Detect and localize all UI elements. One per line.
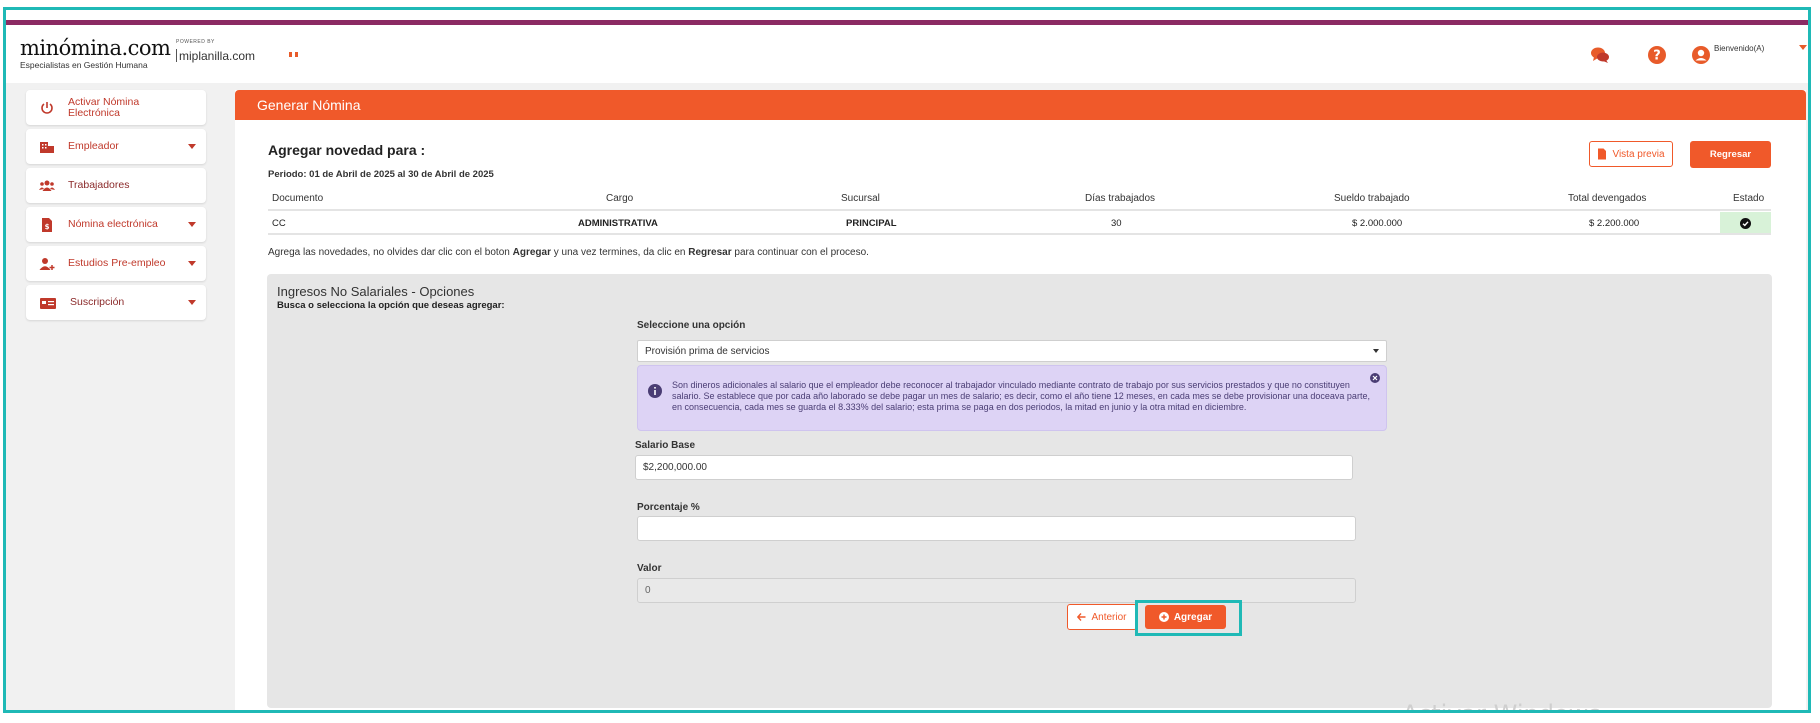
instructions-bold: Regresar xyxy=(688,247,732,258)
porcentaje-label: Porcentaje % xyxy=(637,502,700,513)
building-icon xyxy=(40,142,54,153)
anterior-button[interactable]: Anterior xyxy=(1067,604,1137,630)
column-header: Documento xyxy=(272,193,324,204)
salario-base-input[interactable] xyxy=(635,455,1353,480)
panel-title: Ingresos No Salariales - Opciones xyxy=(277,284,475,299)
sidebar-item-label: Activar Nómina Electrónica xyxy=(68,95,140,119)
sidebar-item-label: Empleador xyxy=(68,140,119,152)
chevron-down-icon xyxy=(188,222,196,227)
check-circle-icon xyxy=(1740,218,1751,229)
windows-activation-watermark: Activar Windows xyxy=(1402,700,1601,710)
column-header: Sueldo trabajado xyxy=(1334,193,1410,204)
column-header: Sucursal xyxy=(841,193,880,204)
miplanilla-text: miplanilla.com xyxy=(179,49,256,63)
section-heading: Agregar novedad para : xyxy=(268,142,426,158)
column-header: Total devengados xyxy=(1568,193,1647,204)
select-label: Seleccione una opción xyxy=(637,320,746,331)
agregar-button-label: Agregar xyxy=(1173,611,1213,623)
panel-subtitle: Busca o selecciona la opción que deseas … xyxy=(277,300,505,311)
chevron-down-icon xyxy=(188,261,196,266)
table-cell: PRINCIPAL xyxy=(846,218,897,229)
table-cell: $ 2.200.000 xyxy=(1589,218,1640,229)
sidebar-item-trabajadores[interactable]: Trabajadores xyxy=(26,168,206,203)
document-icon: $ xyxy=(42,218,52,232)
divider xyxy=(268,233,1771,235)
power-icon xyxy=(41,102,53,114)
logo[interactable]: minómina.com Especialistas en Gestión Hu… xyxy=(20,36,171,70)
column-header: Estado xyxy=(1733,193,1765,204)
period-label: Periodo: 01 de Abril de 2025 al 30 de Ab… xyxy=(268,169,494,180)
instructions-bold: Agregar xyxy=(512,247,551,258)
plus-circle-icon xyxy=(1158,612,1169,622)
agregar-button[interactable]: Agregar xyxy=(1145,605,1226,629)
instructions-part: para continuar con el proceso. xyxy=(731,247,869,258)
valor-label: Valor xyxy=(637,563,662,574)
svg-text:$: $ xyxy=(45,223,50,231)
chevron-down-icon[interactable] xyxy=(1799,45,1807,50)
powered-by-label: POWERED BY xyxy=(176,39,215,45)
logo-subtitle: Especialistas en Gestión Humana xyxy=(20,60,148,70)
valor-input xyxy=(637,578,1356,603)
sidebar-item-nomina-electronica[interactable]: $ Nómina electrónica xyxy=(26,207,206,242)
table-cell: ADMINISTRATIVA xyxy=(578,218,658,229)
header: minómina.com Especialistas en Gestión Hu… xyxy=(6,25,1808,83)
column-header: Días trabajados xyxy=(1085,193,1156,204)
users-icon xyxy=(39,180,55,191)
preview-button-label: Vista previa xyxy=(1612,148,1665,160)
back-button[interactable]: Regresar xyxy=(1690,141,1771,168)
divider xyxy=(268,209,1771,211)
instructions-part: y una vez termines, da clic en xyxy=(550,247,689,258)
options-panel: Ingresos No Salariales - Opciones Busca … xyxy=(267,274,1772,708)
info-text: Son dineros adicionales al salario que e… xyxy=(672,380,1370,412)
select-value: Provisión prima de servicios xyxy=(645,346,770,357)
option-select[interactable]: Provisión prima de servicios xyxy=(637,340,1387,362)
preview-button[interactable]: Vista previa xyxy=(1589,141,1673,167)
sidebar-item-label: Trabajadores xyxy=(68,179,130,191)
page-title: Generar Nómina xyxy=(257,97,361,113)
card-icon xyxy=(40,298,56,309)
sidebar-item-estudios-pre-empleo[interactable]: Estudios Pre-empleo xyxy=(26,246,206,281)
column-header: Cargo xyxy=(606,193,634,204)
table-cell: 30 xyxy=(1111,218,1122,229)
table-cell: $ 2.000.000 xyxy=(1352,218,1403,229)
title-bar: Generar Nómina xyxy=(235,90,1806,120)
sidebar-item-label: Nómina electrónica xyxy=(68,218,158,230)
arrow-left-icon xyxy=(1077,613,1086,621)
svg-text:?: ? xyxy=(1653,49,1661,64)
table-header: Documento Cargo Sucursal Días trabajados… xyxy=(268,193,1771,209)
chat-icon[interactable] xyxy=(1590,45,1610,65)
chevron-down-icon xyxy=(188,144,196,149)
sidebar: Activar Nómina Electrónica Empleador Tra… xyxy=(26,90,206,324)
info-alert: Son dineros adicionales al salario que e… xyxy=(637,365,1387,431)
pdf-icon xyxy=(1598,148,1607,160)
info-icon xyxy=(648,384,662,398)
sidebar-item-suscripcion[interactable]: Suscripción xyxy=(26,285,206,320)
table-row: CC ADMINISTRATIVA PRINCIPAL 30 $ 2.000.0… xyxy=(268,212,1771,234)
welcome-text[interactable]: Bienvenido(A) xyxy=(1714,44,1764,53)
sidebar-item-label: Estudios Pre-empleo xyxy=(68,257,166,269)
user-plus-icon xyxy=(39,258,55,270)
user-icon[interactable] xyxy=(1691,45,1711,65)
logo-main: minómina.com xyxy=(20,36,171,60)
app-window: minómina.com Especialistas en Gestión Hu… xyxy=(3,7,1811,713)
sidebar-item-activar-nomina[interactable]: Activar Nómina Electrónica xyxy=(26,90,206,125)
anterior-button-label: Anterior xyxy=(1091,611,1127,623)
chevron-down-icon xyxy=(1373,349,1379,353)
chevron-down-icon xyxy=(188,300,196,305)
instructions-part: Agrega las novedades, no olvides dar cli… xyxy=(268,247,513,258)
miplanilla-logo: miplanilla.com xyxy=(176,49,255,63)
salario-label: Salario Base xyxy=(635,440,696,451)
help-icon[interactable]: ? xyxy=(1647,45,1667,65)
close-icon[interactable] xyxy=(1370,373,1380,383)
porcentaje-input[interactable] xyxy=(637,516,1356,541)
table-cell: CC xyxy=(272,218,286,229)
menu-toggle-icon[interactable] xyxy=(289,52,298,57)
sidebar-item-label: Suscripción xyxy=(70,296,125,308)
sidebar-item-empleador[interactable]: Empleador xyxy=(26,129,206,164)
instructions-text: Agrega las novedades, no olvides dar cli… xyxy=(268,247,869,258)
main-card: Generar Nómina Agregar novedad para : Pe… xyxy=(235,90,1806,710)
